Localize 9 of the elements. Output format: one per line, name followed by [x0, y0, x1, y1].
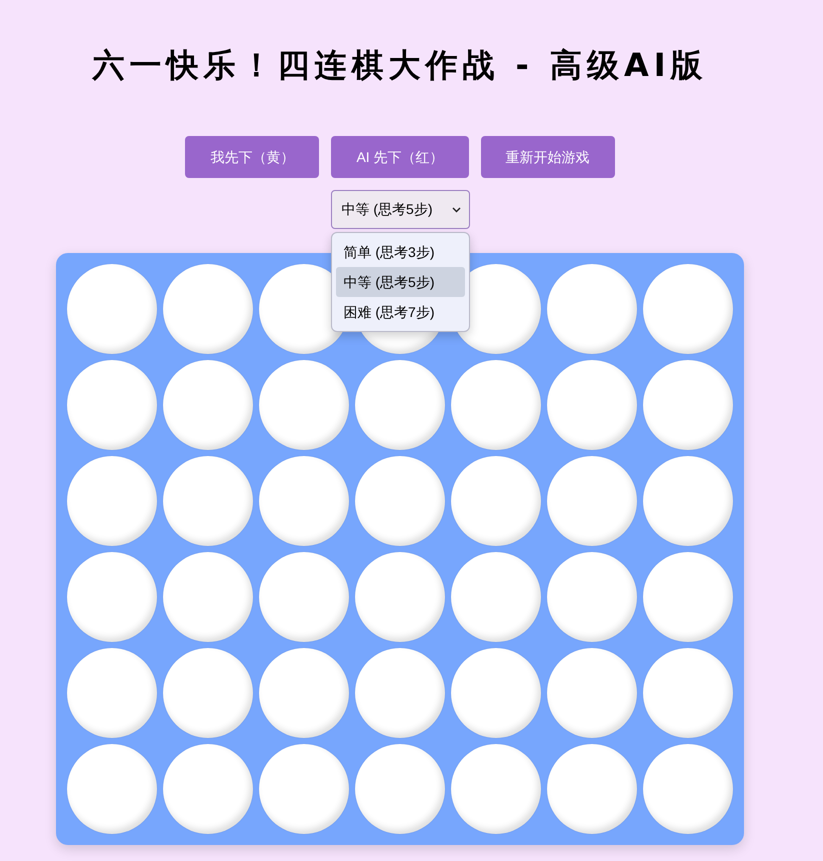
- dropdown-option[interactable]: 困难 (思考7步): [336, 297, 464, 327]
- game-button[interactable]: 重新开始游戏: [480, 136, 615, 178]
- dropdown-option[interactable]: 中等 (思考5步): [336, 267, 464, 297]
- chevron-down-icon: [452, 206, 460, 212]
- dropdown-option[interactable]: 简单 (思考3步): [336, 237, 464, 267]
- page-title: 六一快乐！四连棋大作战 - 高级AI版: [92, 45, 708, 86]
- game-button[interactable]: 我先下（黄）: [185, 136, 320, 178]
- game-button[interactable]: AI 先下（红）: [331, 136, 469, 178]
- difficulty-select[interactable]: 中等 (思考5步): [330, 190, 470, 229]
